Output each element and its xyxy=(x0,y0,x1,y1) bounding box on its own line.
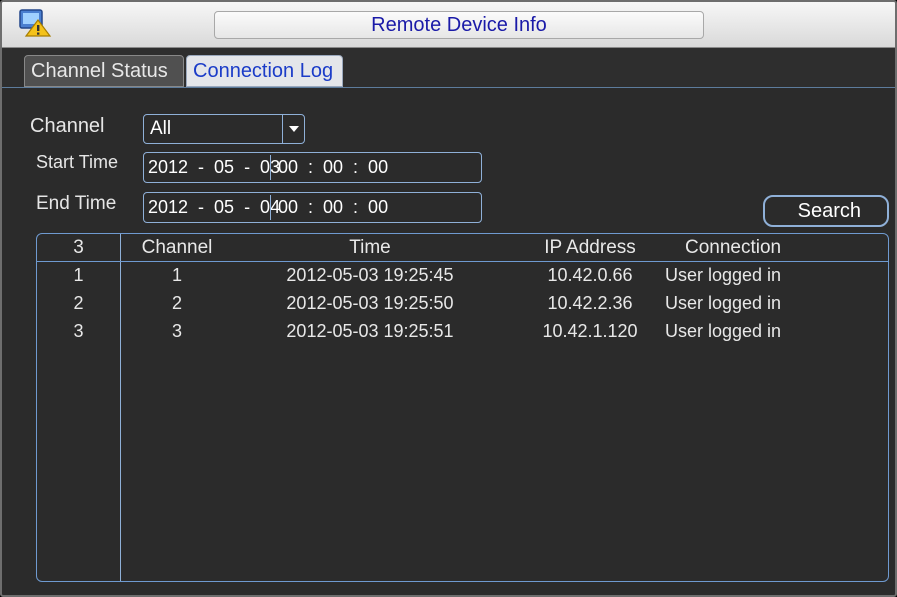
row-time: 2012-05-03 19:25:51 xyxy=(286,321,454,341)
row-time: 2012-05-03 19:25:45 xyxy=(286,265,454,285)
header-count[interactable]: 3 xyxy=(37,237,120,259)
end-time-value[interactable]: 00 : 00 : 00 xyxy=(278,197,388,218)
table-header: 3 Channel Time IP Address Connection xyxy=(37,234,888,262)
table-row[interactable]: 2 2 2012-05-03 19:25:50 10.42.2.36 User … xyxy=(37,291,888,319)
tab-connection-log[interactable]: Connection Log xyxy=(186,55,343,87)
tab-bar: Channel Status Connection Log xyxy=(2,48,895,88)
field-divider xyxy=(270,195,271,220)
row-channel: 1 xyxy=(171,265,182,285)
channel-label: Channel xyxy=(30,115,105,137)
row-time: 2012-05-03 19:25:50 xyxy=(286,293,454,313)
chevron-down-icon[interactable] xyxy=(282,115,304,143)
row-index: 3 xyxy=(73,321,84,341)
header-ip-address[interactable]: IP Address xyxy=(525,237,655,259)
header-connection[interactable]: Connection xyxy=(685,237,835,259)
start-time-label: Start Time xyxy=(36,152,119,172)
row-index: 1 xyxy=(73,265,84,285)
row-connection: User logged in xyxy=(665,293,782,313)
end-time-label: End Time xyxy=(36,193,117,214)
tab-channel-status[interactable]: Channel Status xyxy=(24,55,184,87)
row-ip-address: 10.42.2.36 xyxy=(547,293,633,313)
row-connection: User logged in xyxy=(665,321,782,341)
start-time-value[interactable]: 00 : 00 : 00 xyxy=(278,157,388,178)
row-ip-address: 10.42.1.120 xyxy=(542,321,638,341)
search-button[interactable]: Search xyxy=(763,195,889,227)
table-row[interactable]: 1 1 2012-05-03 19:25:45 10.42.0.66 User … xyxy=(37,263,888,291)
end-date-value[interactable]: 2012 - 05 - 04 xyxy=(148,197,280,218)
row-channel: 2 xyxy=(171,293,182,313)
row-index: 2 xyxy=(73,293,84,313)
start-date-value[interactable]: 2012 - 05 - 03 xyxy=(148,157,280,178)
row-ip-address: 10.42.0.66 xyxy=(547,265,633,285)
row-connection: User logged in xyxy=(665,265,782,285)
field-divider xyxy=(270,155,271,180)
row-channel: 3 xyxy=(171,321,182,341)
header-channel[interactable]: Channel xyxy=(121,237,233,259)
table-row[interactable]: 3 3 2012-05-03 19:25:51 10.42.1.120 User… xyxy=(37,319,888,347)
channel-select-value: All xyxy=(150,118,172,139)
start-time-field[interactable]: 2012 - 05 - 03 00 : 00 : 00 xyxy=(143,152,482,183)
end-time-field[interactable]: 2012 - 05 - 04 00 : 00 : 00 xyxy=(143,192,482,223)
channel-select[interactable]: All xyxy=(143,114,305,144)
window-title: Remote Device Info xyxy=(371,14,547,36)
header-time[interactable]: Time xyxy=(265,237,475,259)
device-info-icon xyxy=(18,8,52,38)
title-bar: Remote Device Info xyxy=(2,2,895,48)
remote-device-info-window: Remote Device Info Channel Status Connec… xyxy=(0,0,897,597)
connection-log-table: 3 Channel Time IP Address Connection 1 1… xyxy=(36,233,889,582)
